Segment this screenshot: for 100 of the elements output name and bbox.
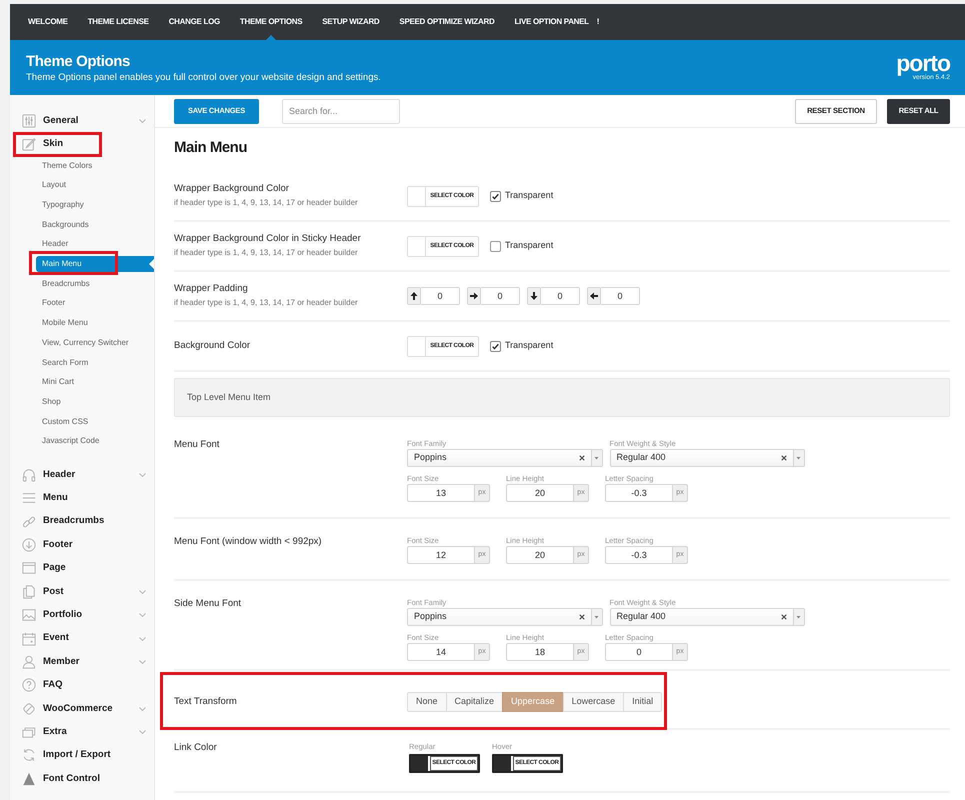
sidebar-item[interactable]: Skin	[22, 135, 64, 154]
font-size-field[interactable]: 14	[407, 643, 474, 661]
sidebar-subitem[interactable]: Layout	[36, 177, 154, 194]
segment-option[interactable]: Initial	[623, 692, 662, 712]
font-size-field[interactable]: 13	[407, 484, 474, 502]
refresh-icon	[22, 748, 36, 762]
headphones-icon	[22, 468, 36, 482]
transparent-checkbox[interactable]	[490, 240, 501, 252]
sidebar-subitem[interactable]: Footer	[36, 295, 154, 312]
sidebar-item[interactable]: Font Control	[22, 770, 100, 788]
window-icon	[22, 561, 36, 576]
segment-option[interactable]: Capitalize	[446, 692, 504, 712]
font-size-field[interactable]: 12	[407, 546, 474, 564]
font-weight-select[interactable]: Regular 400	[610, 449, 805, 467]
letter-spacing-field[interactable]: -0.3	[605, 484, 672, 502]
sidebar-item[interactable]: FAQ	[22, 676, 63, 694]
segment-option[interactable]: None	[407, 692, 447, 712]
option-description: if header type is 1, 4, 9, 13, 14, 17 or header builder	[174, 247, 359, 259]
sidebar-subitem[interactable]: Mobile Menu	[36, 315, 154, 332]
sidebar-item[interactable]: Footer	[22, 536, 73, 554]
sidebar-item[interactable]: Event	[22, 630, 69, 648]
letter-spacing-field[interactable]: 0	[605, 643, 672, 661]
font-weight-select[interactable]: Regular 400	[610, 608, 805, 626]
nav-tab[interactable]: SPEED OPTIMIZE WIZARD	[389, 4, 504, 40]
search-field[interactable]: Search for...	[282, 98, 400, 124]
documents-icon	[22, 584, 36, 599]
arrow-left-icon	[587, 287, 601, 305]
page-heading: Theme Options	[26, 52, 131, 70]
question-circle-icon	[22, 678, 36, 692]
caret-icon	[590, 450, 602, 466]
checkbox-label: Transparent	[505, 339, 554, 352]
letter-spacing-field[interactable]: -0.3	[605, 546, 672, 564]
sidebar-item[interactable]: WooCommerce	[22, 700, 113, 718]
sidebar-item[interactable]: Header	[22, 466, 76, 484]
menu-icon	[22, 491, 36, 506]
sidebar-subitem[interactable]: Mini Cart	[36, 374, 154, 390]
checkbox-label: Transparent	[505, 239, 554, 252]
checkbox-label: Transparent	[505, 189, 554, 202]
option-description: if header type is 1, 4, 9, 13, 14, 17 or header builder	[174, 197, 359, 209]
sidebar-item[interactable]: Member	[22, 652, 80, 671]
sidebar-item[interactable]: Portfolio	[22, 606, 82, 624]
padding-field[interactable]: 0	[601, 287, 640, 305]
clear-icon	[578, 455, 584, 461]
clear-icon	[578, 614, 584, 620]
sidebar-subitem[interactable]: Theme Colors	[36, 158, 154, 174]
line-height-field[interactable]: 18	[506, 643, 573, 661]
padding-field[interactable]: 0	[481, 287, 520, 305]
sidebar-subitem[interactable]: Javascript Code	[36, 433, 154, 450]
sidebar-subitem[interactable]: Header	[36, 236, 154, 252]
option-label: Menu Font	[174, 438, 220, 452]
nav-tab[interactable]: WELCOME	[18, 4, 78, 40]
triangle-icon	[22, 772, 36, 786]
logo: porto	[896, 53, 950, 74]
option-label: Wrapper Padding	[174, 282, 249, 296]
diamond-icon	[22, 702, 36, 716]
font-family-select[interactable]: Poppins	[407, 449, 602, 467]
group-heading: Top Level Menu Item	[174, 378, 950, 417]
option-label: Wrapper Background Color	[174, 182, 290, 196]
transparent-checkbox[interactable]	[490, 190, 501, 202]
section-title: Main Menu	[174, 138, 248, 158]
sidebar-subitem[interactable]: Shop	[36, 394, 154, 410]
arrow-right-icon	[467, 287, 481, 305]
clear-icon	[781, 614, 787, 620]
nav-tab[interactable]: SETUP WIZARD	[312, 4, 390, 40]
sidebar-subitem[interactable]: Main Menu	[36, 256, 154, 272]
sidebar-item[interactable]: Page	[22, 559, 66, 578]
arrow-up-icon	[407, 287, 421, 305]
sidebar-subitem[interactable]: Backgrounds	[36, 216, 154, 233]
sidebar-subitem[interactable]: Search Form	[36, 354, 154, 370]
arrow-down-icon	[527, 287, 541, 305]
sidebar-subitem[interactable]: View, Currency Switcher	[36, 334, 154, 351]
padding-field[interactable]: 0	[541, 287, 580, 305]
user-icon	[22, 654, 36, 669]
font-family-select[interactable]: Poppins	[407, 608, 602, 626]
option-label: Menu Font (window width < 992px)	[174, 535, 323, 549]
segment-option[interactable]: Lowercase	[562, 692, 624, 712]
image-icon	[22, 608, 36, 622]
sidebar-item[interactable]: Extra	[22, 723, 67, 742]
clear-icon	[781, 455, 787, 461]
caret-icon	[793, 609, 804, 625]
line-height-field[interactable]: 20	[506, 484, 573, 502]
transparent-checkbox[interactable]	[490, 340, 501, 352]
nav-tab[interactable]: LIVE OPTION PANEL !	[504, 4, 610, 40]
pencil-square-icon	[22, 137, 36, 152]
nav-tab[interactable]: THEME LICENSE	[78, 4, 159, 40]
sidebar-subitem[interactable]: Custom CSS	[36, 414, 154, 430]
sidebar-item[interactable]: Post	[22, 582, 64, 601]
sidebar-item[interactable]: Breadcrumbs	[22, 512, 104, 531]
line-height-field[interactable]: 20	[506, 546, 573, 564]
page-description: Theme Options panel enables you full control over your website design and settings.	[26, 70, 381, 84]
sidebar-item[interactable]: Import / Export	[22, 746, 111, 764]
padding-field[interactable]: 0	[421, 287, 460, 305]
sidebar-item[interactable]: Menu	[22, 489, 68, 508]
sidebar-item[interactable]: General	[22, 112, 78, 130]
sliders-icon	[22, 114, 36, 128]
calendar-icon	[22, 632, 36, 646]
sidebar-subitem[interactable]: Typography	[36, 197, 154, 213]
arrow-down-circle-icon	[22, 538, 36, 552]
nav-tab[interactable]: CHANGE LOG	[158, 4, 230, 40]
sidebar-subitem[interactable]: Breadcrumbs	[36, 276, 154, 292]
